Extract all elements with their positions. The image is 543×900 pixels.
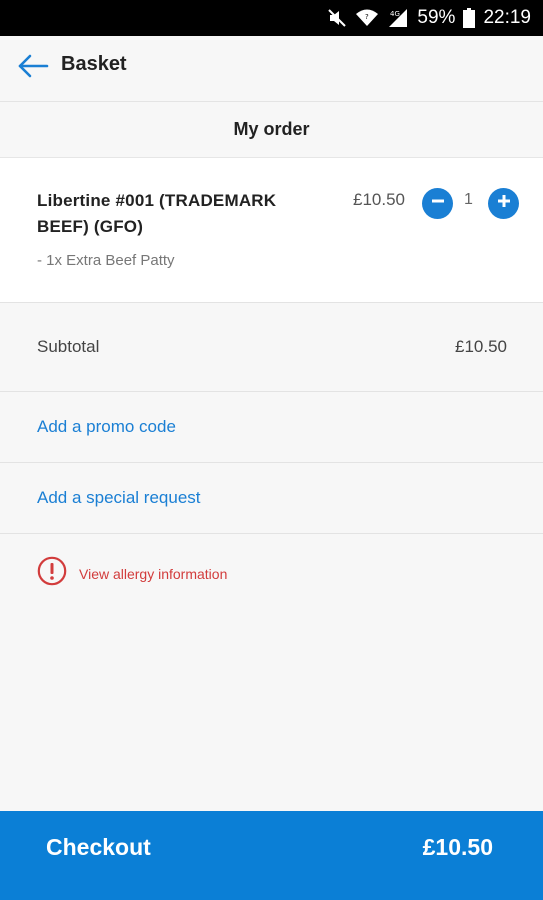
order-item: Libertine #001 (TRADEMARK BEEF) (GFO) - … bbox=[0, 158, 543, 303]
promo-code-row[interactable]: Add a promo code bbox=[0, 392, 543, 463]
checkout-button[interactable]: Checkout £10.50 bbox=[0, 811, 543, 900]
increase-quantity-button[interactable] bbox=[488, 188, 519, 219]
battery-icon bbox=[463, 8, 476, 28]
special-request-link[interactable]: Add a special request bbox=[37, 488, 201, 508]
quantity-value: 1 bbox=[464, 191, 473, 208]
allergy-info-label[interactable]: View allergy information bbox=[79, 566, 227, 582]
checkout-label: Checkout bbox=[46, 834, 151, 860]
subtotal-row: Subtotal £10.50 bbox=[0, 303, 543, 392]
app-header: Basket bbox=[0, 36, 543, 102]
allergy-info-link[interactable]: View allergy information bbox=[37, 556, 227, 591]
item-name: Libertine #001 (TRADEMARK BEEF) (GFO) bbox=[37, 191, 277, 236]
item-price: £10.50 bbox=[353, 190, 405, 209]
plus-icon bbox=[496, 193, 512, 214]
network-type: 4G bbox=[390, 10, 400, 18]
back-button[interactable] bbox=[16, 51, 50, 85]
page-title: Basket bbox=[61, 53, 127, 75]
decrease-quantity-button[interactable] bbox=[422, 188, 453, 219]
cell-signal-icon: 4G bbox=[387, 8, 409, 28]
wifi-icon: ? bbox=[355, 8, 379, 28]
status-bar: ? 4G 59% 22:19 bbox=[0, 0, 543, 36]
alert-icon bbox=[37, 556, 67, 591]
promo-code-link[interactable]: Add a promo code bbox=[37, 417, 176, 437]
mute-icon bbox=[327, 8, 347, 28]
arrow-left-icon bbox=[17, 54, 49, 83]
checkout-total: £10.50 bbox=[422, 834, 493, 860]
clock: 22:19 bbox=[483, 7, 531, 28]
battery-percent: 59% bbox=[417, 7, 456, 28]
minus-icon bbox=[430, 193, 446, 214]
subtotal-value: £10.50 bbox=[455, 337, 507, 356]
subtotal-label: Subtotal bbox=[37, 337, 100, 356]
svg-text:?: ? bbox=[365, 13, 369, 21]
special-request-row[interactable]: Add a special request bbox=[0, 463, 543, 534]
item-modifier: - 1x Extra Beef Patty bbox=[37, 252, 175, 269]
section-title: My order bbox=[0, 102, 543, 158]
